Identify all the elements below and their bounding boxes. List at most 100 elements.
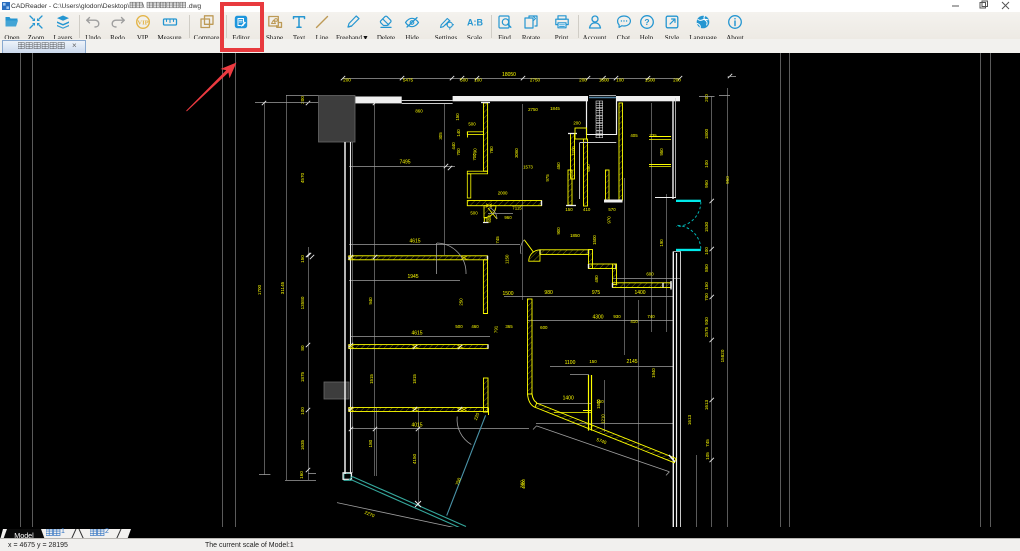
svg-text:80: 80	[300, 345, 305, 351]
svg-text:220: 220	[473, 412, 481, 421]
svg-text:13580: 13580	[300, 296, 305, 309]
svg-text:900: 900	[556, 227, 561, 235]
svg-text:980: 980	[544, 290, 553, 296]
svg-text:150: 150	[565, 207, 573, 212]
svg-text:4300: 4300	[592, 314, 603, 320]
svg-text:1400: 1400	[634, 290, 645, 296]
svg-text:1150: 1150	[504, 254, 509, 264]
svg-text:1500: 1500	[645, 78, 656, 83]
svg-text:650: 650	[586, 164, 591, 172]
svg-text:1845: 1845	[550, 106, 560, 111]
svg-text:1600: 1600	[599, 78, 610, 83]
svg-text:700: 700	[704, 293, 709, 301]
svg-text:200: 200	[579, 78, 587, 83]
svg-text:.dwg: .dwg	[187, 3, 201, 10]
svg-text:5475: 5475	[403, 78, 414, 83]
svg-text:700: 700	[456, 148, 461, 156]
svg-text:850: 850	[704, 264, 709, 272]
svg-text:200: 200	[704, 94, 709, 102]
svg-text:790: 790	[473, 148, 478, 156]
svg-text:2575: 2575	[704, 326, 709, 337]
svg-text:1530: 1530	[704, 221, 709, 232]
svg-text:CADReader - C:\Users\glodon\De: CADReader - C:\Users\glodon\Desktop\	[11, 3, 129, 10]
svg-text:15820: 15820	[720, 349, 725, 362]
svg-text:1613: 1613	[704, 399, 709, 410]
svg-text:930: 930	[704, 317, 709, 325]
svg-text:250: 250	[459, 298, 464, 306]
svg-text:1875: 1875	[300, 371, 305, 382]
svg-text:200: 200	[573, 121, 581, 126]
svg-text:4570: 4570	[300, 172, 305, 183]
svg-text:4615: 4615	[411, 331, 422, 337]
svg-text:600: 600	[540, 325, 548, 330]
svg-text:950: 950	[659, 148, 664, 156]
svg-text:200: 200	[673, 78, 681, 83]
svg-text:1940: 1940	[651, 368, 656, 378]
svg-text:160: 160	[299, 471, 304, 479]
svg-text:100: 100	[300, 407, 305, 415]
svg-text:190: 190	[659, 239, 664, 247]
svg-text:31145: 31145	[280, 281, 285, 294]
svg-text:1500: 1500	[502, 291, 513, 297]
svg-text:745: 745	[495, 236, 500, 244]
svg-text:1500: 1500	[596, 399, 601, 409]
svg-text:975: 975	[545, 174, 550, 182]
svg-text:1200: 1200	[571, 146, 576, 156]
svg-text:460: 460	[471, 324, 479, 329]
svg-text:1700: 1700	[257, 284, 262, 295]
svg-text:950: 950	[725, 176, 730, 184]
svg-text:600: 600	[646, 272, 654, 277]
svg-text:1945: 1945	[407, 274, 418, 280]
svg-text:2270: 2270	[364, 510, 376, 519]
svg-text:140: 140	[456, 129, 461, 137]
svg-text:1613: 1613	[687, 414, 692, 425]
svg-text:1815: 1815	[412, 374, 417, 384]
svg-text:500: 500	[455, 324, 463, 329]
svg-text:200: 200	[343, 78, 351, 83]
svg-text:150: 150	[300, 255, 305, 263]
svg-text:500: 500	[468, 122, 476, 127]
svg-text:100: 100	[704, 160, 709, 168]
svg-text:4615: 4615	[409, 238, 420, 244]
svg-text:7495: 7495	[399, 160, 410, 166]
svg-text:780: 780	[489, 146, 494, 154]
svg-text:930: 930	[613, 314, 621, 319]
svg-text:1500: 1500	[592, 235, 597, 245]
svg-text:150: 150	[589, 359, 597, 364]
svg-text:570: 570	[608, 207, 616, 212]
svg-text:1100: 1100	[565, 360, 576, 366]
svg-text:4300: 4300	[521, 479, 526, 489]
svg-text:4015: 4015	[411, 423, 422, 429]
svg-text:100: 100	[704, 247, 709, 255]
svg-text:410: 410	[583, 207, 591, 212]
svg-text:940: 940	[368, 297, 373, 305]
svg-text:2000: 2000	[498, 191, 508, 196]
svg-text:1400: 1400	[563, 396, 574, 402]
svg-text:600: 600	[487, 215, 492, 223]
svg-text:500: 500	[460, 78, 468, 83]
svg-text:405: 405	[630, 133, 638, 138]
svg-text:2145: 2145	[626, 359, 637, 365]
svg-text:1635: 1635	[300, 439, 305, 450]
svg-text:\: \	[143, 3, 145, 10]
svg-text:745: 745	[705, 439, 710, 447]
svg-text:4150: 4150	[412, 453, 417, 464]
svg-text:150: 150	[704, 282, 709, 290]
svg-text:950: 950	[704, 180, 709, 188]
svg-text:1515: 1515	[369, 374, 374, 384]
svg-text:735: 735	[649, 133, 657, 138]
svg-text:305: 305	[438, 132, 443, 140]
svg-text:105: 105	[705, 452, 710, 460]
svg-text:150: 150	[455, 113, 460, 121]
svg-text:975: 975	[592, 290, 601, 296]
svg-text:1850: 1850	[570, 233, 580, 238]
svg-text:365: 365	[505, 324, 513, 329]
svg-text:7115: 7115	[512, 206, 522, 211]
svg-text:970: 970	[607, 216, 612, 224]
svg-text:450: 450	[556, 162, 561, 170]
svg-text:1573: 1573	[523, 165, 533, 170]
svg-text:2750: 2750	[530, 78, 541, 83]
svg-text:180: 180	[368, 439, 373, 447]
svg-text:1210: 1210	[601, 414, 606, 424]
svg-text:960: 960	[504, 215, 512, 220]
